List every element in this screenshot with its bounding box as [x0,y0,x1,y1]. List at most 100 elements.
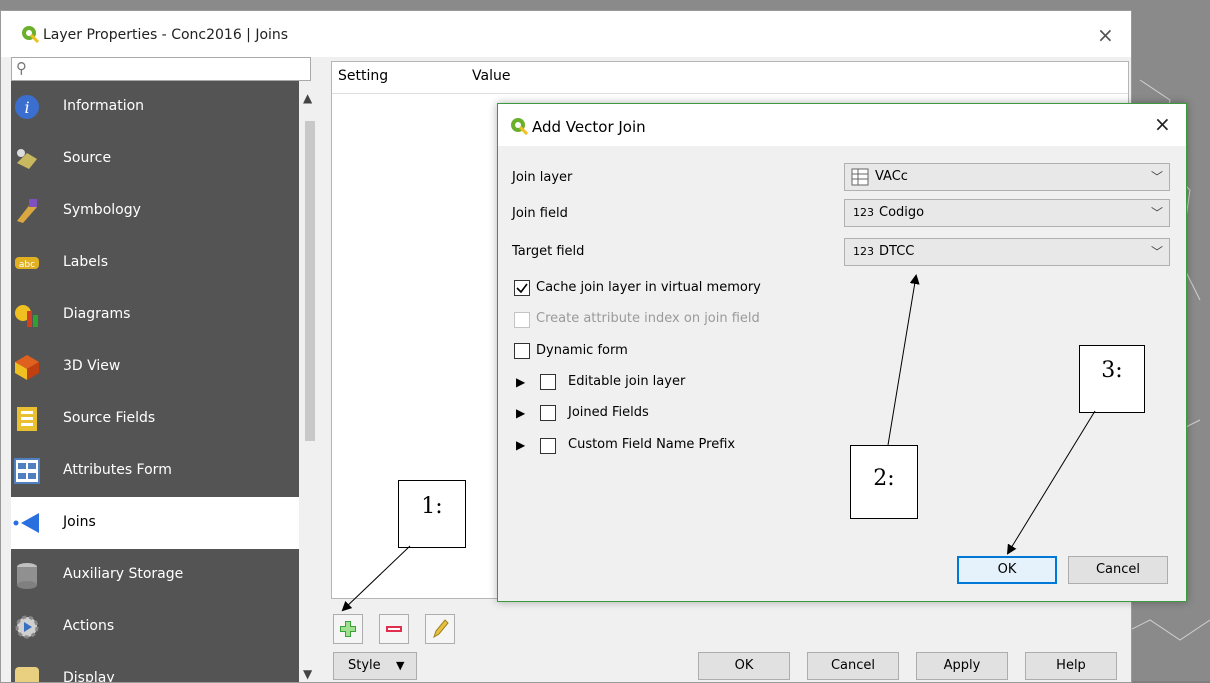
ok-button[interactable]: OK [698,652,790,680]
svg-text:abc: abc [19,260,35,270]
help-button[interactable]: Help [1025,652,1117,680]
add-join-button[interactable] [333,614,363,644]
annotation-2: 2: [850,445,918,519]
join-layer-select[interactable]: VACc ﹀ [844,163,1170,191]
joined-fields-checkbox[interactable] [540,405,556,421]
search-icon: ⚲ [16,59,27,77]
create-index-label: Create attribute index on join field [536,311,760,326]
source-fields-icon [17,407,37,431]
dialog-titlebar: Add Vector Join × [498,104,1186,146]
sidebar-scrollbar[interactable]: ▲ ▼ [299,81,321,682]
sidebar-item-label: Attributes Form [63,462,172,478]
sidebar-item-label: Labels [63,254,109,270]
sidebar-item-label: Source [63,150,112,166]
apply-button[interactable]: Apply [916,652,1008,680]
header-divider [332,93,1128,94]
search-input[interactable]: ⚲ [11,57,311,81]
field-prefix-label: Custom Field Name Prefix [568,437,736,452]
edit-join-button[interactable] [425,614,455,644]
sidebar-item-source-fields[interactable]: Source Fields [11,393,299,445]
dynamic-form-checkbox[interactable] [514,343,530,359]
sidebar: i Information Source Symbology abc Label… [11,81,299,682]
join-layer-value: VACc [875,169,908,184]
qgis-logo-icon [22,26,39,43]
close-icon[interactable]: × [1097,23,1114,47]
chevron-down-icon: ▼ [396,659,405,672]
symbology-icon [17,199,37,223]
sidebar-item-labels[interactable]: abc Labels [11,237,299,289]
editable-join-label: Editable join layer [568,374,686,389]
sidebar-item-auxiliary-storage[interactable]: Auxiliary Storage [11,549,299,601]
create-index-checkbox [514,312,530,328]
dynamic-form-label: Dynamic form [536,343,628,358]
sidebar-item-label: Joins [63,514,96,530]
joined-fields-label: Joined Fields [568,405,649,420]
chevron-down-icon: ﹀ [1151,245,1164,259]
dialog-ok-button[interactable]: OK [957,556,1057,584]
dialog-title: Add Vector Join [532,118,646,136]
svg-text:i: i [24,98,29,117]
scrollbar-thumb[interactable] [305,121,315,441]
expand-arrow-icon[interactable]: ▶ [516,375,525,389]
auxiliary-storage-icon [17,563,37,589]
3d-view-icon [15,355,39,380]
target-field-select[interactable]: 123 DTCC ﹀ [844,238,1170,266]
scroll-up-icon[interactable]: ▲ [303,91,312,105]
expand-arrow-icon[interactable]: ▶ [516,406,525,420]
target-field-value: DTCC [879,244,915,259]
expand-arrow-icon[interactable]: ▶ [516,438,525,452]
sidebar-item-label: 3D View [63,358,121,374]
sidebar-item-diagrams[interactable]: Diagrams [11,289,299,341]
sidebar-item-3d-view[interactable]: 3D View [11,341,299,393]
style-label: Style [348,658,381,673]
sidebar-item-joins[interactable]: Joins [11,497,299,549]
sidebar-item-label: Display [63,670,115,682]
sidebar-item-label: Auxiliary Storage [63,566,184,582]
field-prefix-checkbox[interactable] [540,438,556,454]
editable-join-checkbox[interactable] [540,374,556,390]
column-header-value[interactable]: Value [472,68,510,84]
window-title: Layer Properties - Conc2016 | Joins [43,27,289,43]
sidebar-item-label: Symbology [63,202,141,218]
chevron-down-icon: ﹀ [1151,170,1164,184]
numeric-field-icon: 123 [853,245,874,258]
sidebar-item-label: Actions [63,618,115,634]
sidebar-item-actions[interactable]: Actions [11,601,299,653]
qgis-logo-icon [511,118,528,135]
cancel-button[interactable]: Cancel [807,652,899,680]
pencil-icon [433,619,449,639]
scroll-down-icon[interactable]: ▼ [303,667,312,681]
sidebar-item-symbology[interactable]: Symbology [11,185,299,237]
window-titlebar: Layer Properties - Conc2016 | Joins × [1,11,1131,57]
joins-icon [13,513,39,533]
join-layer-label: Join layer [512,170,573,185]
actions-icon [15,615,39,639]
sidebar-item-label: Source Fields [63,410,156,426]
remove-join-button[interactable] [379,614,409,644]
remove-icon [386,626,402,632]
sidebar-item-display[interactable]: Display [11,653,299,682]
display-icon [15,667,39,682]
table-layer-icon [851,168,869,186]
sidebar-item-information[interactable]: i Information [11,81,299,133]
attributes-form-icon [14,458,40,484]
style-dropdown-button[interactable]: Style ▼ [333,652,417,680]
annotation-3: 3: [1079,345,1145,413]
sidebar-item-source[interactable]: Source [11,133,299,185]
dialog-cancel-button[interactable]: Cancel [1068,556,1168,584]
add-icon [340,621,356,637]
close-icon[interactable]: × [1154,112,1171,136]
diagrams-icon [15,305,38,327]
join-field-label: Join field [512,206,568,221]
join-field-value: Codigo [879,205,925,220]
information-icon: i [15,95,39,119]
cache-join-checkbox[interactable] [514,280,530,296]
sidebar-item-label: Information [63,98,145,114]
source-icon [17,149,37,169]
join-field-select[interactable]: 123 Codigo ﹀ [844,199,1170,227]
cache-join-label: Cache join layer in virtual memory [536,280,761,295]
column-header-setting[interactable]: Setting [338,68,388,84]
checkmark-icon [516,283,528,294]
chevron-down-icon: ﹀ [1151,206,1164,220]
sidebar-item-attributes-form[interactable]: Attributes Form [11,445,299,497]
